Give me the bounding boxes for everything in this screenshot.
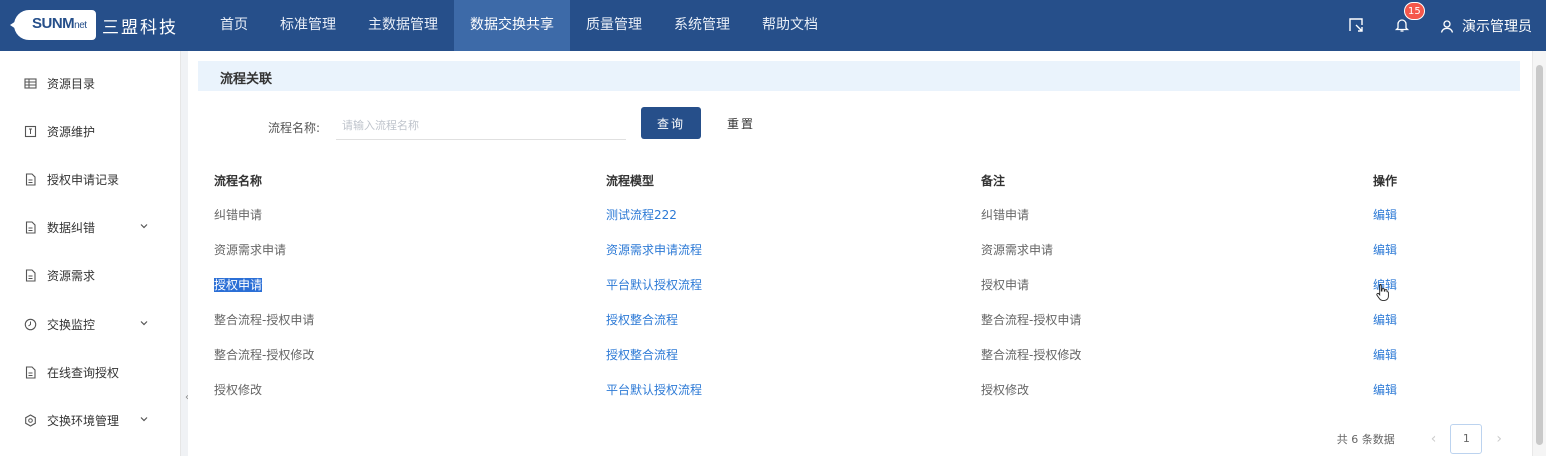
- reset-button[interactable]: 重置: [716, 107, 766, 139]
- edit-link[interactable]: 编辑: [1365, 337, 1506, 372]
- cell-name: 授权申请: [206, 267, 598, 302]
- sidebar-item-resource-catalog[interactable]: 资源目录: [0, 59, 181, 107]
- table-row: 资源需求申请 资源需求申请流程 资源需求申请 编辑: [206, 232, 1506, 267]
- panel-header: 流程关联: [198, 61, 1520, 91]
- column-header[interactable]: 备注: [973, 163, 1365, 197]
- nav-item-standards[interactable]: 标准管理: [264, 0, 352, 51]
- notification-badge: 15: [1404, 1, 1425, 20]
- cell-model-link[interactable]: 授权整合流程: [598, 302, 973, 337]
- cell-remark: 整合流程-授权申请: [981, 313, 1082, 327]
- sidebar-item-resource-demand[interactable]: 资源需求: [0, 251, 181, 299]
- sidebar-item-exchange-monitor[interactable]: 交换监控: [0, 300, 181, 348]
- cell-remark: 授权申请: [981, 278, 1030, 292]
- total-count: 共 6 条数据: [1336, 433, 1395, 446]
- sidebar-item-resource-maintenance[interactable]: 资源维护: [0, 107, 181, 155]
- cell-name: 整合流程-授权修改: [214, 348, 315, 362]
- sidebar-item-auth-records[interactable]: 授权申请记录: [0, 155, 181, 203]
- nav-item-system[interactable]: 系统管理: [658, 0, 746, 51]
- table-row: 授权修改 平台默认授权流程 授权修改 编辑: [206, 372, 1506, 407]
- doc-icon: [24, 125, 37, 137]
- cell-model-link[interactable]: 平台默认授权流程: [598, 372, 973, 407]
- selected-text: 授权申请: [214, 278, 263, 292]
- cell-name: 授权修改: [214, 383, 263, 397]
- sidebar-item-label: 资源需求: [47, 268, 96, 283]
- cell-model-link[interactable]: 资源需求申请流程: [598, 232, 973, 267]
- nav-item-data-exchange[interactable]: 数据交换共享: [454, 0, 570, 51]
- cell-model-link[interactable]: 平台默认授权流程: [598, 267, 973, 302]
- user-icon: [1440, 19, 1454, 33]
- page-title: 流程关联: [220, 72, 273, 87]
- chevron-down-icon: [140, 224, 148, 229]
- main-content: 流程关联 流程名称: 查询 重置 流程名称 流程模型 备注 操作 纠错申请 测试…: [188, 51, 1532, 456]
- column-header: 操作: [1373, 173, 1398, 188]
- cell-remark: 授权修改: [981, 383, 1030, 397]
- sidebar-item-label: 数据纠错: [47, 220, 96, 235]
- top-navbar: SUNMnet 三盟科技 首页 标准管理 主数据管理 数据交换共享 质量管理 系…: [0, 0, 1546, 51]
- table-row: 授权申请 平台默认授权流程 授权申请 编辑: [206, 267, 1506, 302]
- sidebar-item-label: 在线查询授权: [47, 365, 120, 380]
- edit-link[interactable]: 编辑: [1365, 302, 1506, 337]
- edit-link[interactable]: 编辑: [1365, 232, 1506, 267]
- sidebar-item-label: 授权申请记录: [47, 172, 120, 187]
- cell-model-link[interactable]: 授权整合流程: [598, 337, 973, 372]
- sidebar-item-data-correction[interactable]: 数据纠错: [0, 203, 181, 251]
- edit-link[interactable]: 编辑: [1365, 372, 1506, 407]
- file-icon: [25, 268, 36, 282]
- cell-name: 纠错申请: [214, 208, 263, 222]
- top-right-tools: 15 演示管理员: [1348, 0, 1546, 51]
- pagination: 共 6 条数据 ‹ 1 ›: [1337, 424, 1516, 454]
- nav-item-home[interactable]: 首页: [204, 0, 264, 51]
- sidebar-item-online-query-auth[interactable]: 在线查询授权: [0, 348, 181, 396]
- sidebar-item-label: 资源目录: [47, 76, 96, 91]
- gear-icon: [25, 413, 36, 427]
- page-number[interactable]: 1: [1450, 424, 1483, 454]
- cell-name: 整合流程-授权申请: [214, 313, 315, 327]
- table-row: 整合流程-授权修改 授权整合流程 整合流程-授权修改 编辑: [206, 337, 1506, 372]
- column-header[interactable]: 流程名称: [206, 163, 598, 197]
- chevron-down-icon: [140, 417, 148, 422]
- brand-name: 三盟科技: [102, 17, 178, 38]
- file-icon: [25, 172, 36, 186]
- clock-icon: [24, 318, 37, 330]
- column-header[interactable]: 流程模型: [598, 163, 973, 197]
- brand-logo[interactable]: SUNMnet 三盟科技: [10, 8, 178, 42]
- cell-name: 资源需求申请: [214, 243, 287, 257]
- grid-icon: [24, 77, 37, 89]
- cell-remark: 整合流程-授权修改: [981, 348, 1082, 362]
- nav-item-quality[interactable]: 质量管理: [570, 0, 658, 51]
- sidebar: 资源目录 资源维护 授权申请记录 数据纠错 资源需求 交换监控 在线查询授权 交…: [0, 51, 181, 456]
- cell-remark: 纠错申请: [981, 208, 1030, 222]
- query-button[interactable]: 查询: [641, 107, 701, 139]
- edit-link[interactable]: 编辑: [1365, 197, 1506, 232]
- table-row: 整合流程-授权申请 授权整合流程 整合流程-授权申请 编辑: [206, 302, 1506, 337]
- table-header-row: 流程名称 流程模型 备注 操作: [206, 163, 1506, 197]
- process-name-input[interactable]: [336, 112, 626, 140]
- sidebar-item-label: 交换监控: [47, 317, 96, 332]
- cell-model-link[interactable]: 测试流程222: [598, 197, 973, 232]
- user-menu[interactable]: 演示管理员: [1440, 16, 1532, 36]
- search-label: 流程名称:: [268, 121, 321, 135]
- file-icon: [25, 220, 36, 234]
- logo-mark: SUNMnet: [10, 10, 96, 40]
- sidebar-item-label: 资源维护: [47, 124, 96, 139]
- sidebar-item-label: 交换环境管理: [47, 413, 120, 428]
- cell-remark: 资源需求申请: [981, 243, 1054, 257]
- sidebar-item-exchange-env[interactable]: 交换环境管理: [0, 396, 181, 444]
- fullscreen-icon[interactable]: [1348, 17, 1366, 35]
- prev-page-button[interactable]: ‹: [1431, 431, 1437, 447]
- next-page-button[interactable]: ›: [1496, 431, 1502, 447]
- username: 演示管理员: [1462, 18, 1532, 35]
- nav-item-master-data[interactable]: 主数据管理: [352, 0, 454, 51]
- chevron-down-icon: [140, 321, 148, 326]
- bell-icon[interactable]: 15: [1394, 1, 1425, 35]
- vertical-scrollbar[interactable]: [1532, 51, 1546, 456]
- scroll-thumb[interactable]: [1536, 65, 1543, 445]
- hand-cursor-icon: [1376, 284, 1389, 301]
- process-table: 流程名称 流程模型 备注 操作 纠错申请 测试流程222 纠错申请 编辑 资源需…: [206, 163, 1506, 407]
- file-icon: [25, 365, 36, 379]
- main-nav: 首页 标准管理 主数据管理 数据交换共享 质量管理 系统管理 帮助文档: [204, 0, 834, 51]
- nav-item-help[interactable]: 帮助文档: [746, 0, 834, 51]
- table-row: 纠错申请 测试流程222 纠错申请 编辑: [206, 197, 1506, 232]
